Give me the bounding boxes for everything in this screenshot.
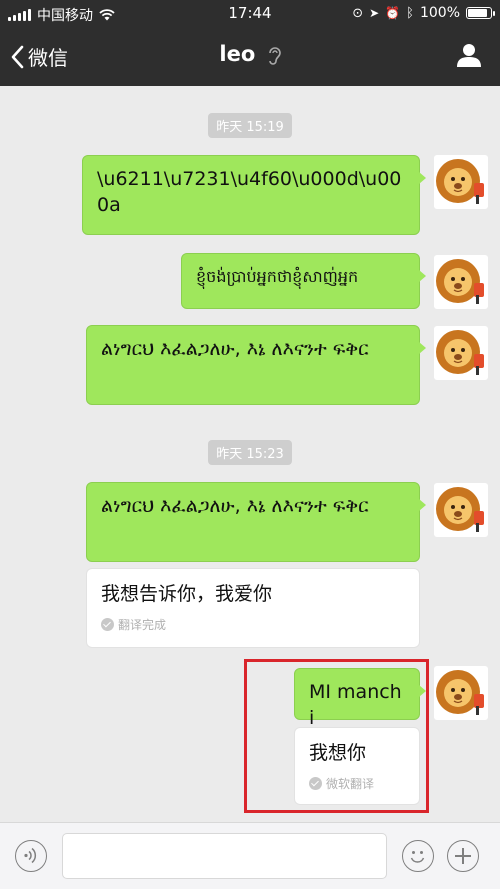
message-text: ልነግርህ እፈልጋለሁ, እኔ ለእናንተ ፍቅር (101, 495, 369, 517)
lion-avatar[interactable] (434, 483, 488, 537)
voice-button[interactable] (15, 840, 47, 872)
timestamp-divider: 昨天 15:23 (0, 440, 500, 465)
chat-title: leo (0, 42, 500, 66)
voice-icon (24, 847, 37, 864)
lion-avatar[interactable] (434, 255, 488, 309)
sent-message[interactable]: ልነግርህ እፈልጋለሁ, እኔ ለእናንተ ፍቅር (86, 482, 426, 562)
alarm-icon: ⏰ (385, 6, 401, 20)
translation-text: 我想告诉你，我爱你 (101, 583, 273, 605)
battery-percent: 100% (419, 5, 460, 21)
translation-status: 翻译完成 (101, 616, 405, 633)
profile-button[interactable] (456, 42, 482, 72)
lion-avatar[interactable] (434, 155, 488, 209)
location-icon: ➤ (369, 6, 380, 20)
timestamp-label: 昨天 15:23 (208, 440, 292, 465)
bluetooth-icon: ᛒ (406, 5, 414, 21)
message-text: ልነግርህ እፈልጋለሁ, እኔ ለእናንተ ፍቅር (101, 338, 369, 360)
battery-icon (466, 7, 495, 19)
translation-card[interactable]: 我想告诉你，我爱你 翻译完成 (86, 568, 420, 648)
highlight-box (244, 659, 429, 813)
translation-status-label: 翻译完成 (118, 618, 167, 632)
ear-icon (268, 47, 281, 65)
lion-avatar[interactable] (434, 666, 488, 720)
message-input[interactable] (62, 833, 387, 879)
input-bar (0, 822, 500, 889)
nav-bar: 微信 leo (0, 28, 500, 86)
message-text: ខ្ញុំចង់ប្រាប់អ្នកថាខ្ញុំសាញ់អ្នក (196, 267, 359, 286)
timestamp-label: 昨天 15:19 (208, 113, 292, 138)
profile-icon (457, 44, 481, 67)
emoji-button[interactable] (402, 840, 434, 872)
sent-message[interactable]: \u6211\u7231\u4f60\u000d\u000a (82, 155, 426, 235)
timestamp-divider: 昨天 15:19 (0, 113, 500, 138)
rotation-lock-icon: ⊙ (352, 5, 364, 21)
emoji-icon (410, 851, 425, 863)
lion-avatar[interactable] (434, 326, 488, 380)
chat-title-text: leo (219, 42, 256, 66)
status-bar: 中国移动 17:44 ⊙ ➤ ⏰ ᛒ 100% (0, 0, 500, 28)
plus-button[interactable] (447, 840, 479, 872)
sent-message[interactable]: ልነግርህ እፈልጋለሁ, እኔ ለእናንተ ፍቅር (86, 325, 426, 405)
message-text: \u6211\u7231\u4f60\u000d\u000a (97, 168, 402, 216)
check-icon (101, 618, 114, 631)
sent-message[interactable]: ខ្ញុំចង់ប្រាប់អ្នកថាខ្ញុំសាញ់អ្នក (181, 253, 426, 309)
